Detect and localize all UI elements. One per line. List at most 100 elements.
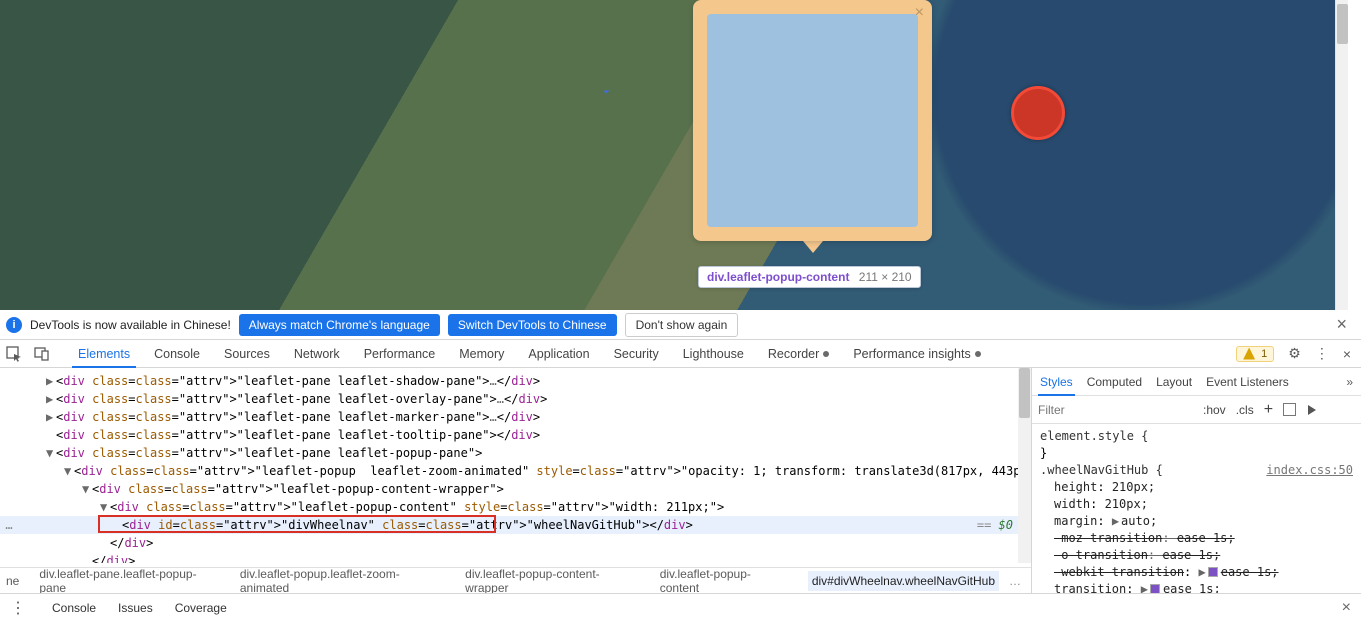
dom-scrollbar[interactable] bbox=[1018, 368, 1031, 563]
styles-tab-computed[interactable]: Computed bbox=[1087, 375, 1142, 389]
css-property[interactable]: width: 210px; bbox=[1034, 496, 1359, 513]
drawer-tab-issues[interactable]: Issues bbox=[118, 601, 153, 615]
styles-tab-event-listeners[interactable]: Event Listeners bbox=[1206, 375, 1289, 389]
selection-marker: … bbox=[0, 516, 18, 534]
dom-line[interactable]: ▶<div class=class="attrv">"leaflet-pane … bbox=[0, 390, 1031, 408]
devtools-toolbar: ElementsConsoleSourcesNetworkPerformance… bbox=[0, 340, 1361, 368]
warnings-chip[interactable]: 1 bbox=[1236, 346, 1274, 362]
dont-show-button[interactable]: Don't show again bbox=[625, 313, 739, 337]
notice-close-icon[interactable]: × bbox=[1336, 314, 1347, 335]
warning-count: 1 bbox=[1261, 348, 1267, 360]
tab-network[interactable]: Network bbox=[282, 340, 352, 367]
selected-node-outline bbox=[98, 515, 496, 533]
devtools-tabs: ElementsConsoleSourcesNetworkPerformance… bbox=[66, 340, 993, 367]
map-marker-circle[interactable] bbox=[1011, 86, 1065, 140]
css-property[interactable]: -moz-transition: ease 1s; bbox=[1034, 530, 1359, 547]
dom-line[interactable]: ▼<div class=class="attrv">"leaflet-popup… bbox=[0, 462, 1031, 480]
expand-icon[interactable]: ▶ bbox=[1141, 581, 1148, 593]
styles-tabs-overflow-icon[interactable]: » bbox=[1346, 375, 1353, 389]
dom-line[interactable]: <div class=class="attrv">"leaflet-pane l… bbox=[0, 426, 1031, 444]
style-rules[interactable]: element.style {}.wheelNavGitHub {index.c… bbox=[1032, 424, 1361, 593]
tooltip-selector: div.leaflet-popup-content bbox=[707, 270, 849, 284]
css-property[interactable]: -webkit-transition: ▶ease 1s; bbox=[1034, 564, 1359, 581]
tab-console[interactable]: Console bbox=[142, 340, 212, 367]
breadcrumb-item[interactable]: div.leaflet-popup.leaflet-zoom-animated bbox=[240, 567, 445, 593]
dom-tree[interactable]: ▶<div class=class="attrv">"leaflet-pane … bbox=[0, 368, 1031, 563]
breadcrumb-item[interactable]: ne bbox=[6, 574, 19, 588]
tab-performance[interactable]: Performance bbox=[352, 340, 448, 367]
drawer-close-icon[interactable]: × bbox=[1342, 599, 1351, 617]
tab-application[interactable]: Application bbox=[516, 340, 601, 367]
drawer-tab-console[interactable]: Console bbox=[52, 601, 96, 615]
devtools-language-notice: i DevTools is now available in Chinese! … bbox=[0, 310, 1361, 340]
css-property[interactable]: transition: ▶ease 1s; bbox=[1034, 581, 1359, 593]
switch-language-button[interactable]: Switch DevTools to Chinese bbox=[448, 314, 617, 336]
breadcrumb-item[interactable]: div.leaflet-popup-content-wrapper bbox=[465, 567, 640, 593]
dom-line[interactable]: ▼<div class=class="attrv">"leaflet-pane … bbox=[0, 444, 1031, 462]
hov-toggle[interactable]: :hov bbox=[1203, 403, 1226, 417]
tab-security[interactable]: Security bbox=[602, 340, 671, 367]
inspector-dimension-tooltip: div.leaflet-popup-content 211 × 210 bbox=[698, 266, 921, 288]
styles-filter-row: :hov .cls + bbox=[1032, 396, 1361, 424]
breadcrumb-item[interactable]: div.leaflet-pane.leaflet-popup-pane bbox=[39, 567, 219, 593]
dom-breadcrumbs: ne div.leaflet-pane.leaflet-popup-pane d… bbox=[0, 567, 1031, 593]
dom-line[interactable]: </div> bbox=[0, 552, 1031, 563]
dom-line[interactable]: ▼<div class=class="attrv">"leaflet-popup… bbox=[0, 480, 1031, 498]
page-scrollbar[interactable] bbox=[1335, 0, 1348, 310]
rule-selector[interactable]: element.style { bbox=[1034, 428, 1359, 445]
popup-tip-icon bbox=[803, 241, 823, 253]
tab-memory[interactable]: Memory bbox=[447, 340, 516, 367]
tab-performance-insights[interactable]: Performance insights bbox=[841, 340, 992, 367]
computed-box-icon[interactable] bbox=[1283, 403, 1296, 416]
expand-icon[interactable]: ▶ bbox=[1112, 513, 1119, 530]
warning-icon bbox=[1243, 348, 1255, 360]
tooltip-size: 211 × 210 bbox=[859, 270, 912, 284]
css-property[interactable]: -o-transition: ease 1s; bbox=[1034, 547, 1359, 564]
styles-tab-layout[interactable]: Layout bbox=[1156, 375, 1192, 389]
tab-elements[interactable]: Elements bbox=[66, 340, 142, 367]
dom-line[interactable]: ▶<div class=class="attrv">"leaflet-pane … bbox=[0, 372, 1031, 390]
leaflet-popup: × bbox=[693, 0, 932, 253]
map-viewport[interactable]: × div.leaflet-popup-content 211 × 210 bbox=[0, 0, 1348, 310]
always-match-button[interactable]: Always match Chrome's language bbox=[239, 314, 440, 336]
drawer-more-icon[interactable]: ⋮ bbox=[10, 598, 26, 618]
rule-close: } bbox=[1034, 445, 1359, 462]
inspect-element-icon[interactable] bbox=[6, 346, 22, 362]
preview-dot-icon bbox=[823, 351, 829, 357]
css-property[interactable]: height: 210px; bbox=[1034, 479, 1359, 496]
scrollbar-thumb[interactable] bbox=[1337, 4, 1348, 44]
popup-content[interactable] bbox=[707, 14, 918, 227]
elements-panel[interactable]: ▶<div class=class="attrv">"leaflet-pane … bbox=[0, 368, 1032, 593]
drawer-tabs: ⋮ Console Issues Coverage × bbox=[0, 593, 1361, 621]
dom-line[interactable]: ▶<div class=class="attrv">"leaflet-pane … bbox=[0, 408, 1031, 426]
notice-text: DevTools is now available in Chinese! bbox=[30, 318, 231, 332]
styles-filter-input[interactable] bbox=[1038, 403, 1193, 417]
dom-line[interactable]: </div> bbox=[0, 534, 1031, 552]
tab-recorder[interactable]: Recorder bbox=[756, 340, 841, 367]
new-rule-icon[interactable]: + bbox=[1264, 401, 1273, 419]
more-menu-icon[interactable]: ⋮ bbox=[1315, 345, 1329, 362]
expand-icon[interactable]: ▶ bbox=[1199, 564, 1206, 581]
devtools-close-icon[interactable]: × bbox=[1343, 346, 1351, 362]
device-toggle-icon[interactable] bbox=[34, 346, 50, 362]
tab-sources[interactable]: Sources bbox=[212, 340, 282, 367]
color-swatch-icon[interactable] bbox=[1150, 584, 1160, 593]
settings-gear-icon[interactable]: ⚙ bbox=[1288, 345, 1301, 362]
scrollbar-thumb[interactable] bbox=[1019, 368, 1030, 418]
breadcrumb-overflow-icon[interactable]: … bbox=[1009, 574, 1021, 588]
rule-selector[interactable]: .wheelNavGitHub {index.css:50 bbox=[1034, 462, 1359, 479]
css-property[interactable]: margin: ▶auto; bbox=[1034, 513, 1359, 530]
tab-lighthouse[interactable]: Lighthouse bbox=[671, 340, 756, 367]
drawer-tab-coverage[interactable]: Coverage bbox=[175, 601, 227, 615]
breadcrumb-item[interactable]: div#divWheelnav.wheelNavGitHub bbox=[808, 571, 999, 591]
devtools-main: ▶ <div class=class="attrv">"leaflet-pane … bbox=[0, 368, 1361, 593]
cls-toggle[interactable]: .cls bbox=[1236, 403, 1254, 417]
info-icon: i bbox=[6, 317, 22, 333]
styles-tab-styles[interactable]: Styles bbox=[1040, 375, 1073, 389]
rendering-icon[interactable] bbox=[1308, 405, 1316, 415]
rule-source-link[interactable]: index.css:50 bbox=[1266, 462, 1353, 479]
popup-close-icon[interactable]: × bbox=[915, 4, 924, 22]
dom-line[interactable]: ▼<div class=class="attrv">"leaflet-popup… bbox=[0, 498, 1031, 516]
color-swatch-icon[interactable] bbox=[1208, 567, 1218, 577]
breadcrumb-item[interactable]: div.leaflet-popup-content bbox=[660, 567, 788, 593]
